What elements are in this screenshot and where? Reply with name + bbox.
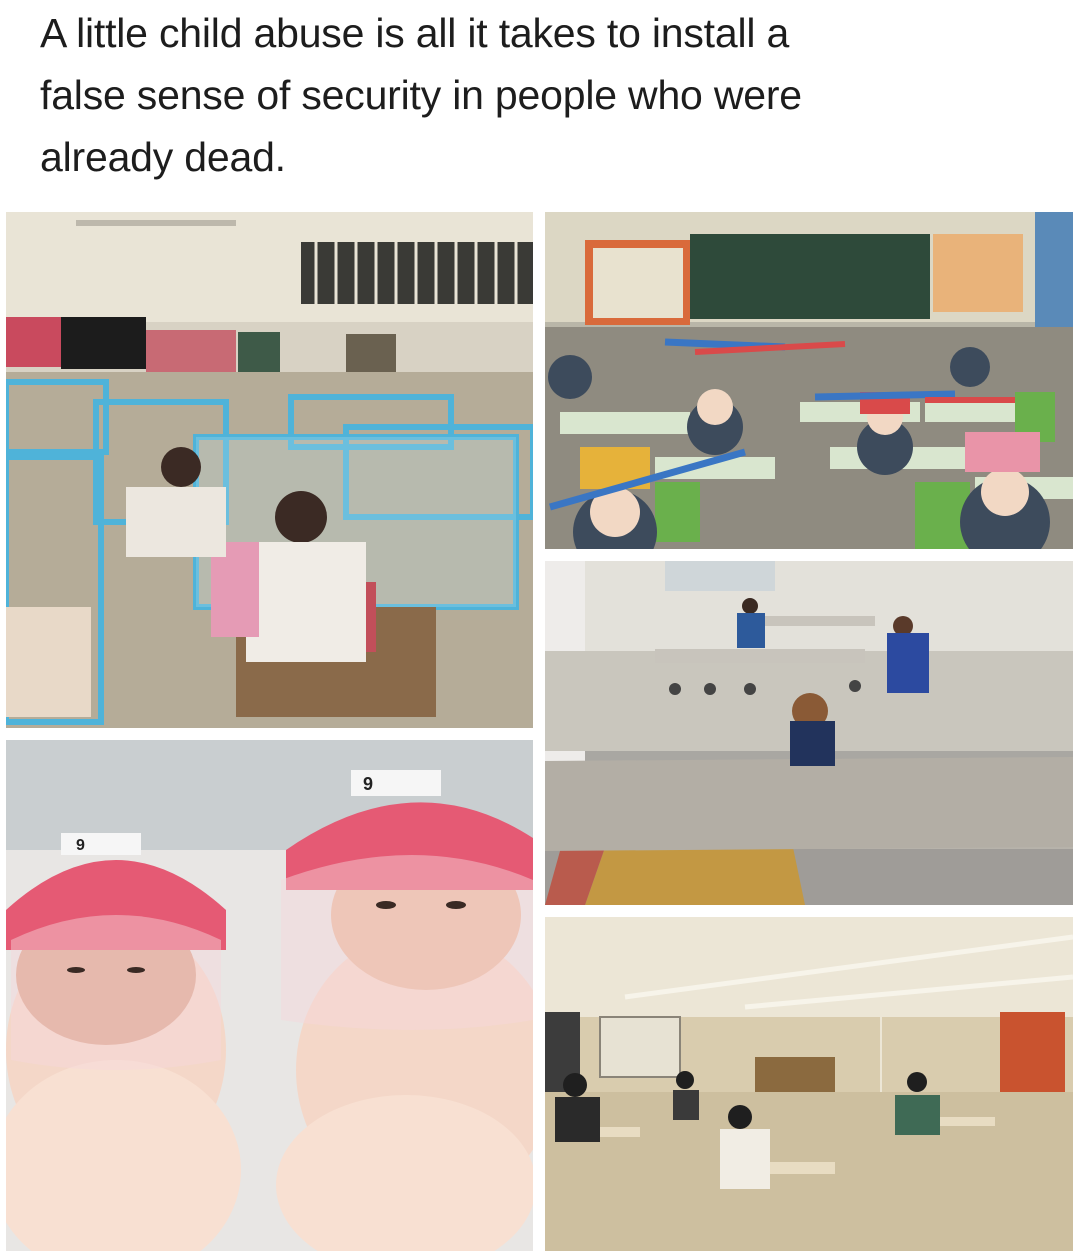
photo-spaced-classroom xyxy=(545,917,1073,1251)
caption-line-1: A little child abuse is all it takes to … xyxy=(40,10,790,56)
shield-label-left: 9 xyxy=(76,837,85,854)
photo-newborns: 9 9 xyxy=(6,740,533,1251)
meme-caption: A little child abuse is all it takes to … xyxy=(40,2,1040,188)
caption-line-2: false sense of security in people who we… xyxy=(40,72,802,118)
photo-classroom-boxes xyxy=(6,212,533,728)
caption-line-3: already dead. xyxy=(40,134,286,180)
photo-cafeteria xyxy=(545,561,1073,905)
shield-label-right: 9 xyxy=(363,774,373,794)
photo-classroom-hats xyxy=(545,212,1073,549)
